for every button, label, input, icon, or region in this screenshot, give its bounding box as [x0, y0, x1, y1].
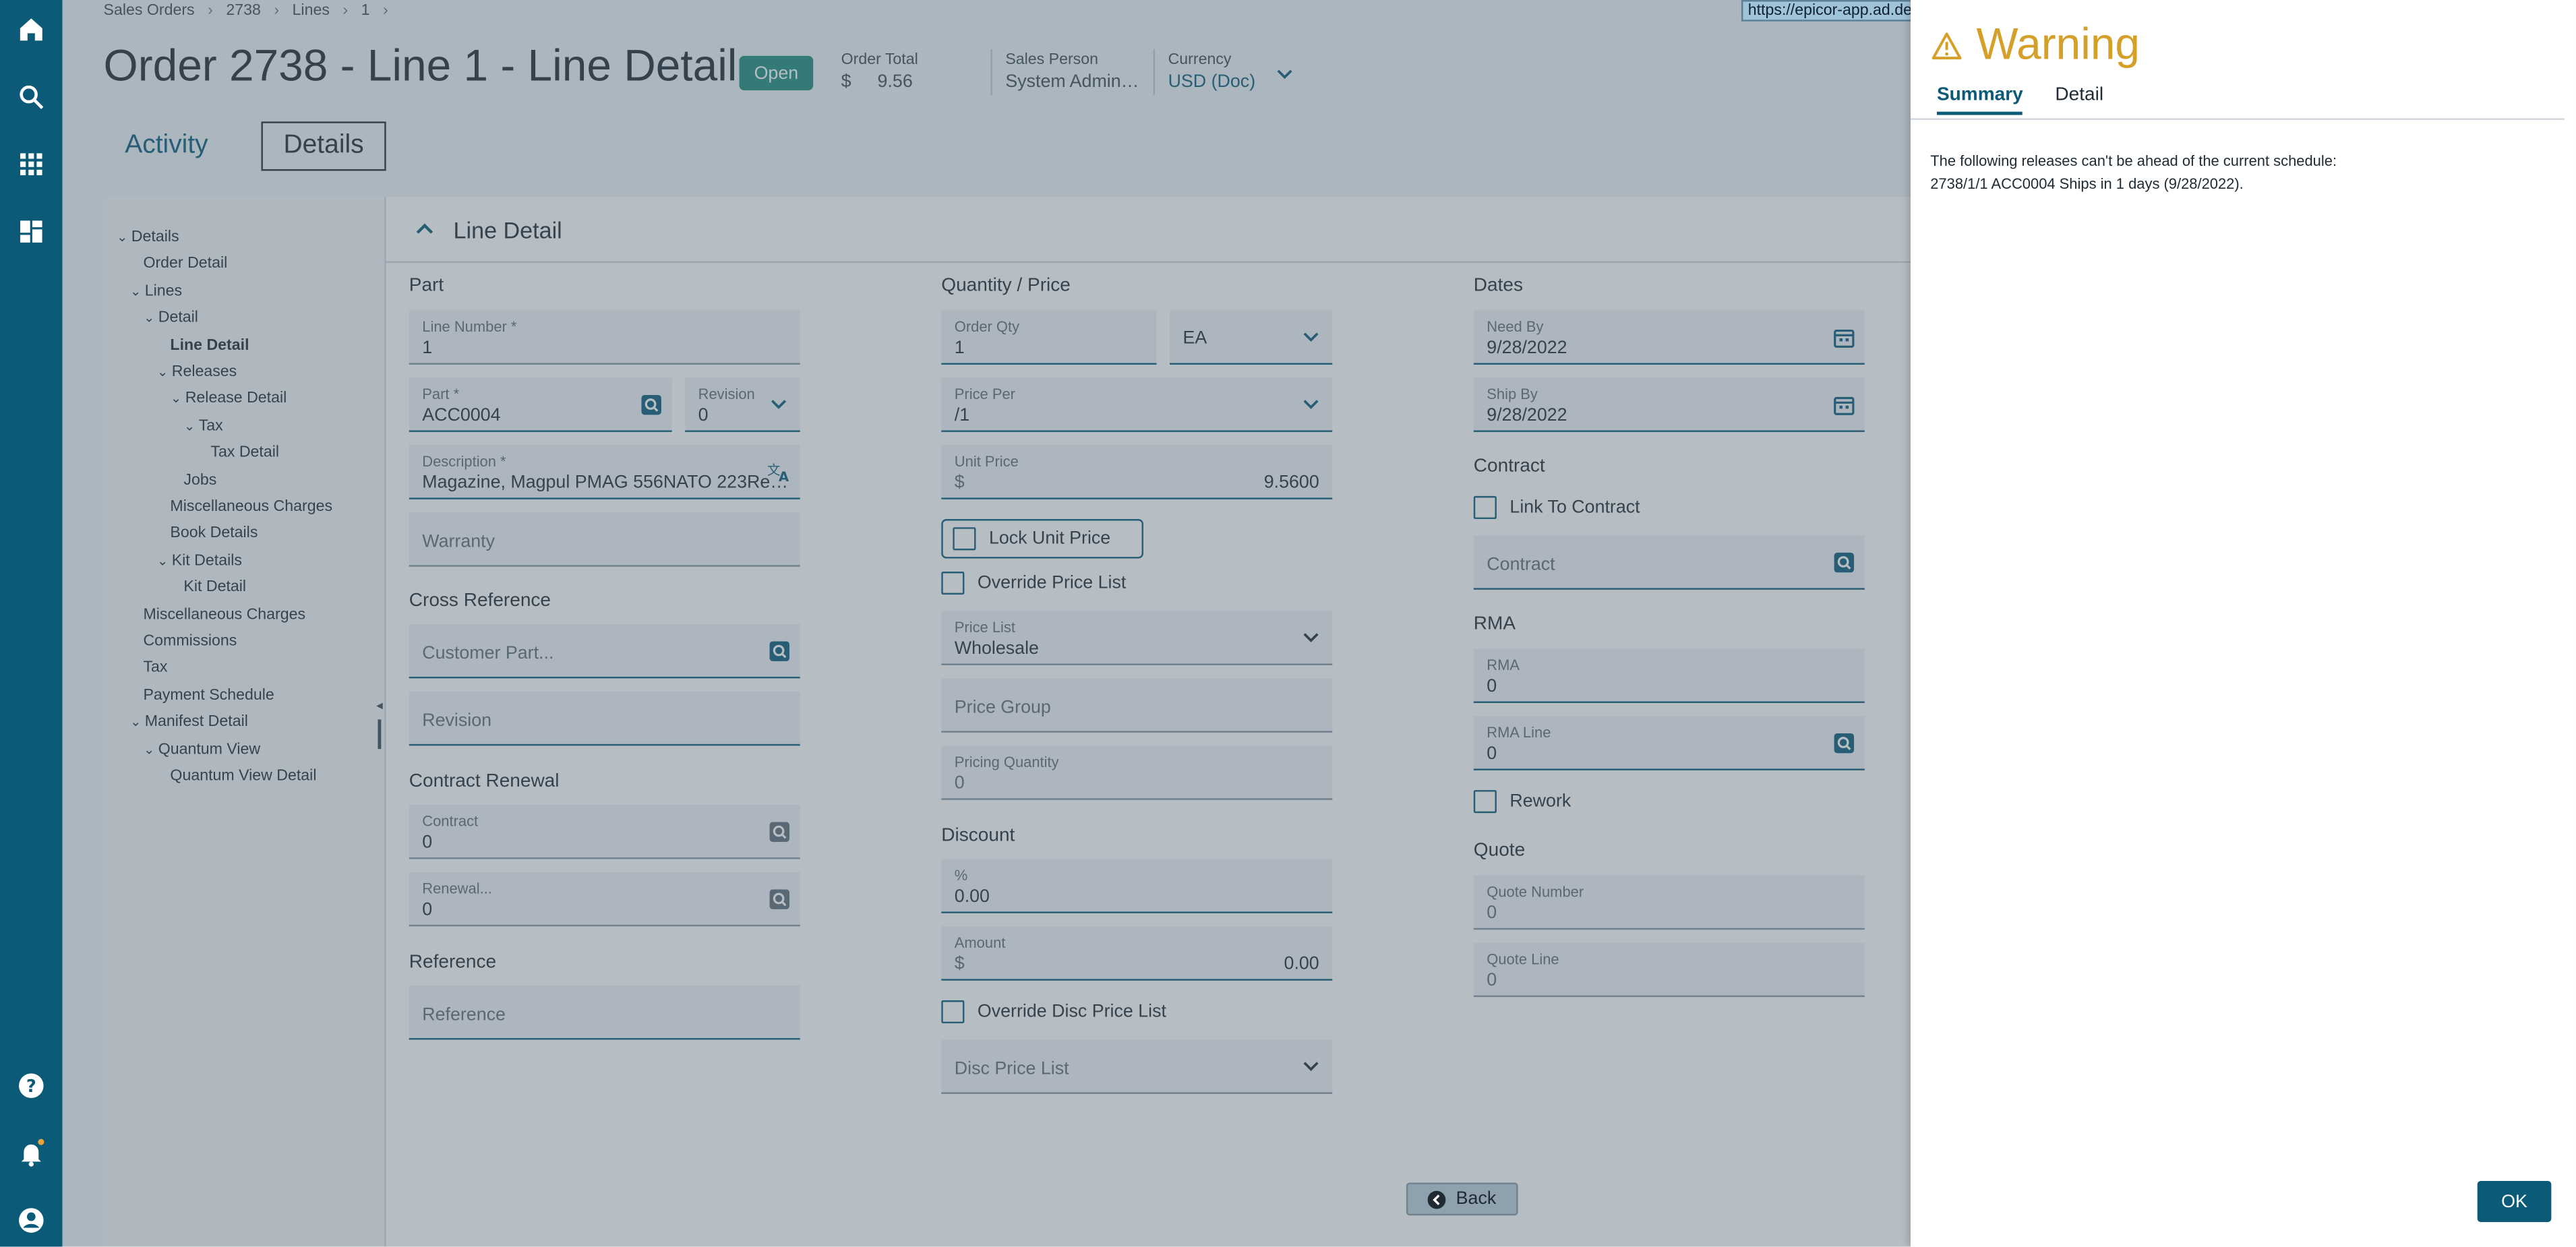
modal-overlay: [62, 0, 1911, 1247]
home-icon[interactable]: [15, 13, 48, 46]
apps-grid-icon[interactable]: [15, 148, 48, 181]
back-arrow-icon: [1428, 1190, 1447, 1209]
nav-rail: ?: [0, 0, 63, 1247]
warning-title: Warning: [1930, 20, 2140, 71]
warning-title-text: Warning: [1976, 20, 2140, 69]
tab-detail[interactable]: Detail: [2055, 86, 2103, 105]
help-icon[interactable]: ?: [15, 1069, 48, 1102]
warning-message: The following releases can't be ahead of…: [1930, 150, 2337, 195]
warning-icon: [1931, 32, 1962, 59]
dashboard-icon[interactable]: [15, 215, 48, 248]
back-button[interactable]: Back: [1406, 1182, 1518, 1216]
ok-button[interactable]: OK: [2477, 1181, 2552, 1222]
url-tooltip: https://epicor-app.ad.de: [1741, 0, 1919, 22]
search-icon[interactable]: [15, 80, 48, 113]
warning-panel: Warning Summary Detail The following rel…: [1910, 0, 2576, 1247]
user-account-icon[interactable]: [15, 1204, 48, 1237]
tab-summary[interactable]: Summary: [1936, 86, 2023, 115]
notifications-bell-icon[interactable]: [15, 1136, 48, 1169]
svg-text:?: ?: [26, 1076, 36, 1097]
tab-divider: [1910, 118, 2565, 120]
back-button-label: Back: [1456, 1189, 1497, 1209]
warning-message-line: The following releases can't be ahead of…: [1930, 152, 2337, 169]
warning-message-line: 2738/1/1 ACC0004 Ships in 1 days (9/28/2…: [1930, 175, 2244, 193]
